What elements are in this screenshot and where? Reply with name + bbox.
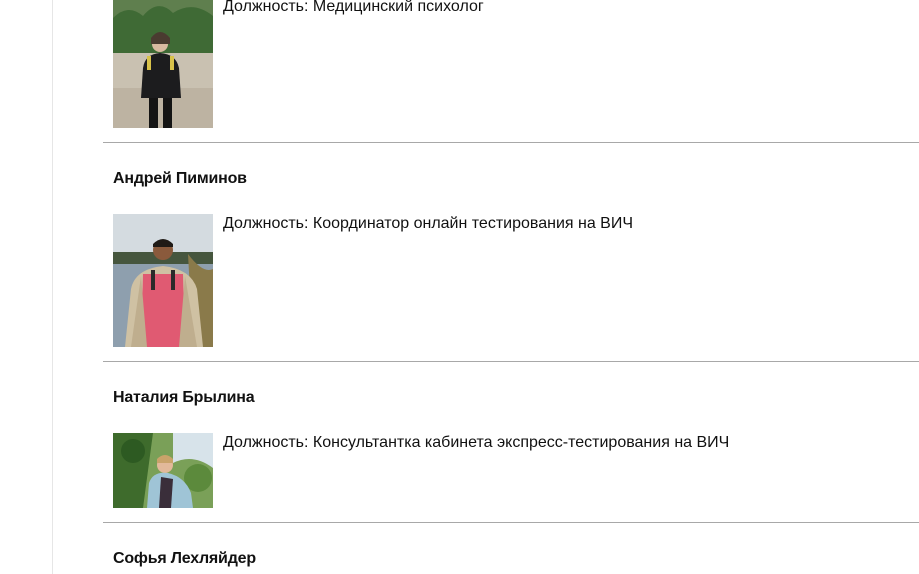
staff-name: Софья Лехляйдер — [113, 550, 256, 567]
staff-name: Наталия Брылина — [113, 389, 255, 406]
staff-position: Должность: Консультантка кабинета экспре… — [223, 434, 730, 451]
staff-position: Должность: Координатор онлайн тестирован… — [223, 215, 633, 232]
staff-position: Должность: Медицинский психолог — [223, 0, 484, 15]
staff-photo — [113, 0, 213, 128]
left-border — [52, 0, 53, 574]
divider — [103, 142, 919, 143]
divider — [103, 522, 919, 523]
staff-photo — [113, 214, 213, 347]
staff-photo — [113, 433, 213, 508]
divider — [103, 361, 919, 362]
staff-name: Андрей Пиминов — [113, 170, 247, 187]
page: Должность: Медицинский психолог Андрей П… — [0, 0, 919, 574]
